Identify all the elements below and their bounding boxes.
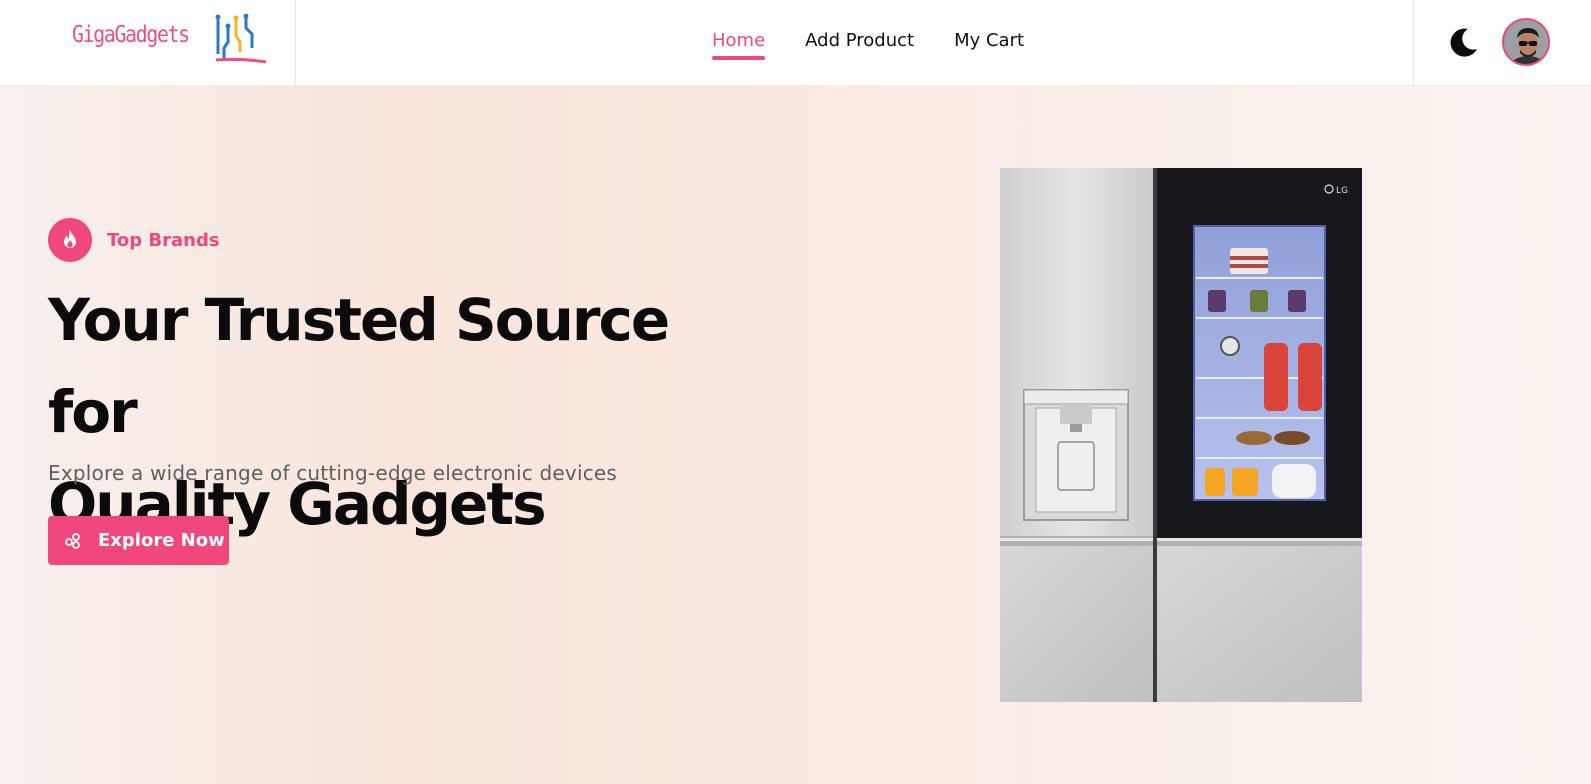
flame-icon (48, 218, 92, 262)
user-avatar[interactable] (1502, 18, 1550, 66)
molecule-icon (65, 532, 80, 549)
refrigerator-image: LG (1000, 168, 1362, 702)
hero-subtitle: Explore a wide range of cutting-edge ele… (48, 461, 618, 485)
nav-home[interactable]: Home (712, 30, 766, 60)
avatar-image (1504, 20, 1548, 64)
badge-label: Top Brands (107, 229, 220, 251)
brand-name: GigaGadgets (72, 22, 190, 48)
headline-line-1: Your Trusted Source for (48, 286, 670, 446)
explore-now-label: Explore Now (98, 530, 225, 551)
brand-logo[interactable]: GigaGadgets (72, 14, 267, 66)
explore-now-button[interactable]: Explore Now (48, 516, 229, 565)
logo-container: GigaGadgets (0, 0, 296, 86)
site-header: GigaGadgets Home Add Product My Cart (0, 0, 1591, 86)
main-nav: Home Add Product My Cart (712, 30, 1024, 60)
hero-headline: Your Trusted Source for Quality Gadgets (48, 274, 768, 550)
nav-add-product[interactable]: Add Product (805, 30, 914, 57)
header-actions (1413, 0, 1591, 86)
top-brands-badge: Top Brands (48, 218, 220, 262)
moon-icon[interactable] (1446, 25, 1480, 59)
svg-text:LG: LG (1336, 186, 1348, 196)
hero-section: Top Brands Your Trusted Source for Quali… (0, 86, 1591, 784)
nav-my-cart[interactable]: My Cart (954, 30, 1024, 57)
circuit-logo-icon (215, 14, 267, 64)
